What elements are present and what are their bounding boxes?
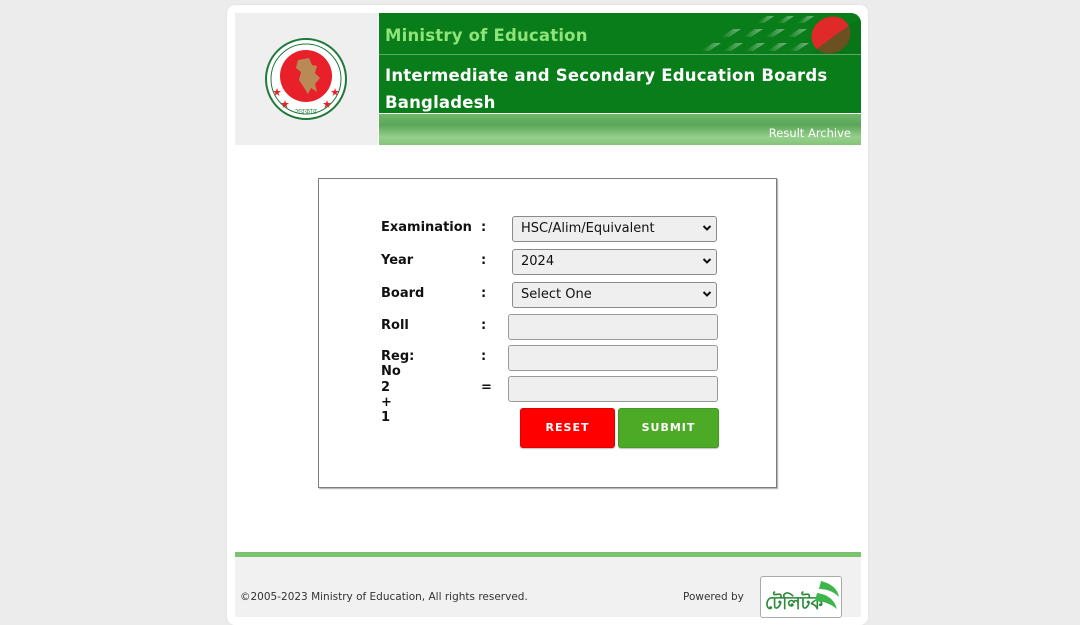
chevron-down-icon (702, 225, 712, 231)
board-label: Board (381, 286, 425, 301)
svg-text:সরকার: সরকার (294, 107, 318, 116)
reg-no-separator: : (481, 349, 487, 364)
header-banner: Ministry of Education Intermediate and S… (379, 13, 861, 113)
boards-title: Intermediate and Secondary Education Boa… (385, 62, 855, 113)
examination-select[interactable]: HSC/Alim/Equivalent (512, 216, 717, 242)
footer: ©2005-2023 Ministry of Education, All ri… (235, 557, 861, 618)
header: সরকার Ministry of Education Intermediate… (235, 13, 861, 145)
captcha-question: 2 + 1 (381, 380, 392, 425)
copyright-text: ©2005-2023 Ministry of Education, All ri… (240, 591, 528, 603)
teletalk-logo-icon: টেলিটক (765, 581, 839, 614)
year-select[interactable]: 2024 (512, 249, 717, 275)
sub-navigation-bar: Result Archive (379, 114, 861, 145)
examination-label: Examination (381, 220, 472, 235)
reg-no-label: Reg: No (381, 349, 415, 379)
roll-label: Roll (381, 318, 409, 333)
examination-select-value: HSC/Alim/Equivalent (521, 221, 655, 236)
svg-text:টেলিটক: টেলিটক (765, 591, 824, 614)
result-form: Examination : HSC/Alim/Equivalent Year :… (318, 178, 777, 488)
result-archive-link[interactable]: Result Archive (769, 126, 851, 140)
teletalk-logo[interactable]: টেলিটক (760, 576, 842, 618)
title-line-2: Bangladesh (385, 93, 496, 112)
ministry-name: Ministry of Education (385, 26, 588, 45)
board-separator: : (481, 286, 487, 301)
captcha-input[interactable] (508, 376, 718, 402)
chevron-down-icon (702, 291, 712, 297)
year-label: Year (381, 253, 414, 268)
roll-input[interactable] (508, 314, 718, 340)
reg-no-input[interactable] (508, 345, 718, 371)
roll-separator: : (481, 318, 487, 333)
board-select[interactable]: Select One (512, 282, 717, 308)
submit-button[interactable]: SUBMIT (618, 408, 719, 448)
government-seal-logo: সরকার (265, 38, 347, 120)
chevron-down-icon (702, 258, 712, 264)
year-select-value: 2024 (521, 254, 555, 269)
powered-by-text: Powered by (683, 591, 744, 603)
board-select-value: Select One (521, 287, 592, 302)
page-container: সরকার Ministry of Education Intermediate… (227, 5, 868, 625)
captcha-equals: = (481, 380, 492, 395)
year-separator: : (481, 253, 487, 268)
logo-panel: সরকার (235, 13, 378, 145)
examination-separator: : (481, 220, 487, 235)
flag-decoration-icon (701, 16, 861, 54)
title-line-1: Intermediate and Secondary Education Boa… (385, 66, 828, 85)
reset-button[interactable]: RESET (520, 408, 615, 448)
